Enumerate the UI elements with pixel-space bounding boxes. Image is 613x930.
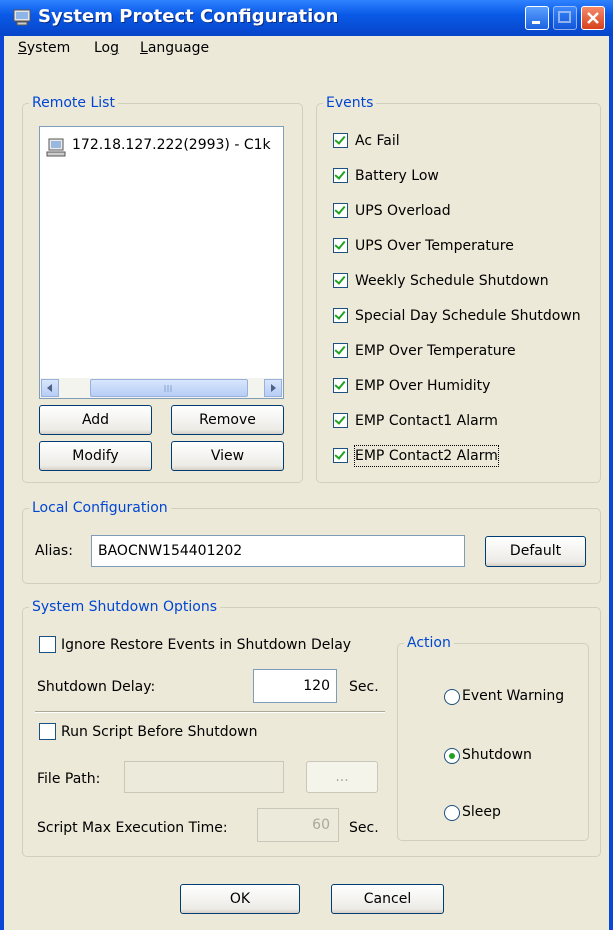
event-warning-label: Event Warning bbox=[462, 688, 565, 704]
shutdown-delay-input[interactable]: 120 bbox=[253, 669, 337, 703]
file-path-label: File Path: bbox=[37, 771, 101, 787]
arrow-left-icon bbox=[47, 384, 52, 392]
checkbox-label: EMP Contact1 Alarm bbox=[355, 413, 498, 429]
computer-icon bbox=[13, 9, 31, 26]
checkbox-label: EMP Over Temperature bbox=[355, 343, 516, 359]
max-execution-sec-label: Sec. bbox=[349, 820, 379, 836]
scroll-right-button[interactable] bbox=[264, 379, 282, 397]
checkbox[interactable] bbox=[333, 203, 348, 218]
checkbox-label: Ac Fail bbox=[355, 133, 400, 149]
checkbox[interactable] bbox=[333, 448, 348, 463]
local-configuration-label: Local Configuration bbox=[29, 500, 171, 516]
shutdown-options-group: System Shutdown Options Ignore Restore E… bbox=[22, 599, 601, 857]
window-title: System Protect Configuration bbox=[38, 6, 339, 27]
view-button[interactable]: View bbox=[171, 441, 284, 471]
local-configuration-group: Local Configuration Alias: BAOCNW1544012… bbox=[22, 500, 601, 584]
checkbox[interactable] bbox=[333, 168, 348, 183]
shutdown-label: Shutdown bbox=[462, 747, 532, 763]
ignore-restore-events-checkbox[interactable] bbox=[39, 636, 56, 653]
grip-icon bbox=[164, 385, 172, 392]
ups-host-icon bbox=[46, 138, 66, 157]
minimize-button[interactable] bbox=[525, 6, 549, 30]
remote-host-label: 172.18.127.222(2993) - C1k bbox=[72, 137, 271, 153]
add-button[interactable]: Add bbox=[39, 405, 152, 435]
scroll-left-button[interactable] bbox=[41, 379, 59, 397]
remove-button[interactable]: Remove bbox=[171, 405, 284, 435]
close-icon bbox=[587, 12, 599, 24]
remote-listbox[interactable]: 172.18.127.222(2993) - C1k bbox=[39, 126, 284, 399]
max-execution-time-label: Script Max Execution Time: bbox=[37, 820, 228, 836]
remote-list-group: Remote List 172.18.127.222(2993) - C1k A… bbox=[22, 95, 303, 483]
ignore-restore-events-label: Ignore Restore Events in Shutdown Delay bbox=[61, 637, 352, 653]
sleep-radio[interactable] bbox=[444, 805, 460, 821]
checkbox-label: UPS Over Temperature bbox=[355, 238, 514, 254]
alias-input[interactable]: BAOCNW154401202 bbox=[91, 535, 465, 567]
default-button[interactable]: Default bbox=[485, 536, 586, 567]
checkbox-label: Battery Low bbox=[355, 168, 439, 184]
checkbox-label: EMP Over Humidity bbox=[355, 378, 491, 394]
checkbox-label: Special Day Schedule Shutdown bbox=[355, 308, 581, 324]
run-script-checkbox[interactable] bbox=[39, 723, 56, 740]
separator bbox=[35, 711, 385, 713]
cancel-button[interactable]: Cancel bbox=[331, 884, 444, 914]
modify-button[interactable]: Modify bbox=[39, 441, 152, 471]
ok-button[interactable]: OK bbox=[180, 884, 300, 914]
max-execution-time-input[interactable]: 60 bbox=[257, 808, 339, 842]
checkbox[interactable] bbox=[333, 238, 348, 253]
action-group: Action Event Warning Shutdown Sleep bbox=[397, 635, 589, 841]
sleep-label: Sleep bbox=[462, 804, 501, 820]
checkbox[interactable] bbox=[333, 378, 348, 393]
maximize-button[interactable] bbox=[553, 6, 577, 30]
checkbox[interactable] bbox=[333, 413, 348, 428]
menu-bar: System Log Language bbox=[4, 36, 609, 62]
checkbox-label: EMP Contact2 Alarm bbox=[354, 445, 499, 467]
maximize-icon bbox=[558, 11, 571, 23]
menu-system[interactable]: System bbox=[18, 40, 70, 56]
title-bar[interactable]: System Protect Configuration bbox=[0, 0, 613, 36]
checkbox[interactable] bbox=[333, 308, 348, 323]
checkbox[interactable] bbox=[333, 133, 348, 148]
checkbox-label: UPS Overload bbox=[355, 203, 451, 219]
shutdown-delay-sec-label: Sec. bbox=[349, 679, 379, 695]
menu-language[interactable]: Language bbox=[140, 40, 209, 56]
shutdown-radio[interactable] bbox=[444, 748, 460, 764]
horizontal-scrollbar[interactable] bbox=[40, 378, 283, 398]
run-script-label: Run Script Before Shutdown bbox=[61, 724, 258, 740]
browse-button[interactable]: ... bbox=[306, 761, 378, 793]
scroll-thumb[interactable] bbox=[90, 379, 248, 397]
checkbox-label: Weekly Schedule Shutdown bbox=[355, 273, 549, 289]
minimize-icon bbox=[532, 21, 540, 24]
event-warning-radio[interactable] bbox=[444, 689, 460, 705]
shutdown-delay-label: Shutdown Delay: bbox=[37, 679, 156, 695]
action-label: Action bbox=[404, 635, 454, 651]
dialog-window: System Protect Configuration System Log … bbox=[0, 0, 613, 930]
file-path-input[interactable] bbox=[124, 761, 284, 793]
shutdown-options-label: System Shutdown Options bbox=[29, 599, 221, 615]
checkbox[interactable] bbox=[333, 273, 348, 288]
events-label: Events bbox=[323, 95, 377, 111]
arrow-right-icon bbox=[271, 384, 276, 392]
menu-log[interactable]: Log bbox=[94, 40, 119, 56]
events-group: Events Ac Fail Battery Low UPS Overload … bbox=[316, 95, 601, 483]
alias-label: Alias: bbox=[35, 543, 73, 559]
remote-list-label: Remote List bbox=[29, 95, 118, 111]
close-button[interactable] bbox=[581, 6, 605, 30]
checkbox[interactable] bbox=[333, 343, 348, 358]
